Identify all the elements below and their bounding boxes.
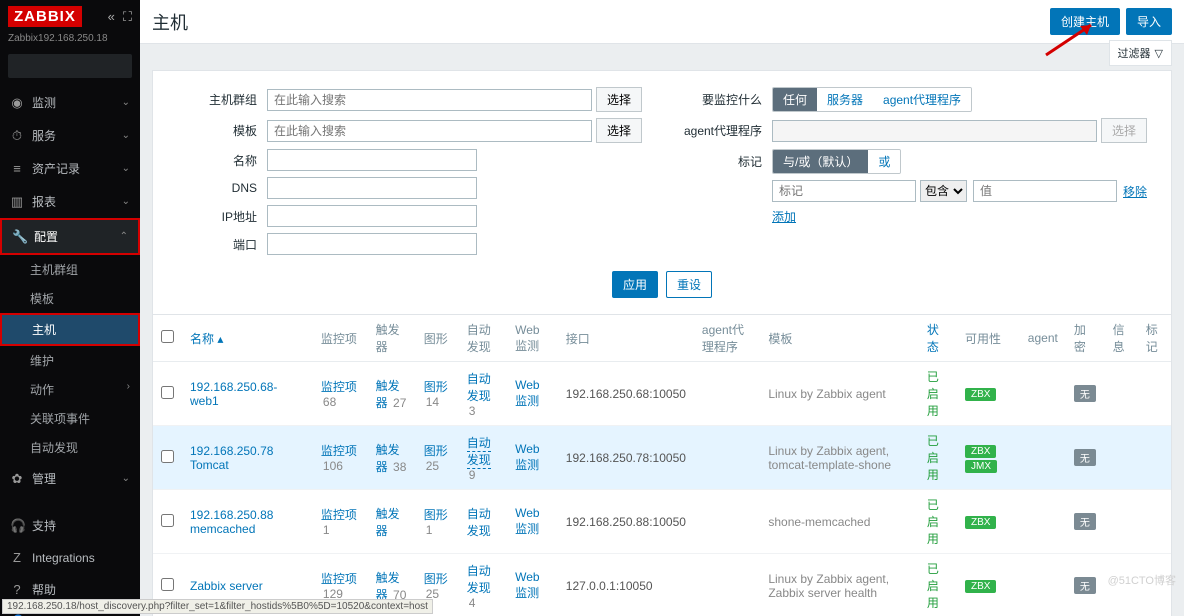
ip-input[interactable] [267, 205, 477, 227]
collapse-icon[interactable]: « [108, 9, 115, 25]
nav-sub-actions[interactable]: 动作› [0, 375, 140, 404]
row-checkbox[interactable] [161, 450, 174, 463]
watermark: @51CTO博客 [1108, 572, 1176, 588]
expand-icon[interactable]: ⛶ [123, 9, 132, 25]
sidebar: ZABBIX « ⛶ Zabbix192.168.250.18 🔍 ◉监测⌄ ⏱… [0, 0, 140, 616]
template-input[interactable] [267, 120, 592, 142]
col-name[interactable]: 名称 ▴ [182, 315, 313, 362]
nav-inventory[interactable]: ≡资产记录⌄ [0, 152, 140, 185]
apply-button[interactable]: 应用 [612, 271, 658, 298]
sidebar-search[interactable]: 🔍 [8, 54, 132, 78]
host-link[interactable]: Zabbix server [190, 579, 263, 593]
host-link[interactable]: 192.168.250.68-web1 [190, 380, 277, 408]
nav-support[interactable]: 🎧支持 [0, 509, 140, 542]
hosts-table: 名称 ▴ 监控项 触发器 图形 自动发现 Web监测 接口 agent代理程序 … [152, 315, 1172, 616]
table-row[interactable]: 192.168.250.78 Tomcat监控项 106触发器 38图形 25自… [153, 426, 1171, 490]
logo: ZABBIX [8, 6, 82, 27]
tag-name-input[interactable] [772, 180, 916, 202]
row-checkbox[interactable] [161, 578, 174, 591]
proxy-input [772, 120, 1097, 142]
nav-sub-templates[interactable]: 模板 [0, 284, 140, 313]
nav-sub-discovery[interactable]: 自动发现 [0, 433, 140, 462]
host-link[interactable]: 192.168.250.88 memcached [190, 508, 273, 536]
create-host-button[interactable]: 创建主机 [1050, 8, 1120, 35]
nav-sub-correlation[interactable]: 关联项事件 [0, 404, 140, 433]
name-input[interactable] [267, 149, 477, 171]
server-text: Zabbix192.168.250.18 [0, 33, 140, 50]
page-title: 主机 [152, 9, 188, 35]
page-header: 主机 创建主机 导入 [140, 0, 1184, 44]
filter-toggle[interactable]: 过滤器▽ [1109, 40, 1172, 66]
nav-reports[interactable]: ▥报表⌄ [0, 185, 140, 218]
import-button[interactable]: 导入 [1126, 8, 1172, 35]
row-checkbox[interactable] [161, 386, 174, 399]
monitor-segment[interactable]: 任何 服务器 agent代理程序 [772, 87, 972, 112]
dns-input[interactable] [267, 177, 477, 199]
nav-config[interactable]: 🔧配置⌃ [0, 218, 140, 255]
col-status[interactable]: 状态 [919, 315, 957, 362]
port-input[interactable] [267, 233, 477, 255]
nav-sub-hostgroups[interactable]: 主机群组 [0, 255, 140, 284]
nav-sub-hosts[interactable]: 主机 [0, 313, 140, 346]
status-bar: 192.168.250.18/host_discovery.php?filter… [2, 599, 433, 614]
tag-op-select[interactable]: 包含 [920, 180, 967, 202]
select-all-checkbox[interactable] [161, 330, 174, 343]
host-link[interactable]: 192.168.250.78 Tomcat [190, 444, 273, 472]
nav-service[interactable]: ⏱服务⌄ [0, 119, 140, 152]
tag-add-link[interactable]: 添加 [772, 208, 796, 225]
filter-icon: ▽ [1155, 47, 1163, 60]
table-row[interactable]: 192.168.250.88 memcached监控项 1触发器图形 1自动发现… [153, 490, 1171, 554]
tags-segment[interactable]: 与/或（默认） 或 [772, 149, 901, 174]
proxy-select-btn: 选择 [1101, 118, 1147, 143]
row-checkbox[interactable] [161, 514, 174, 527]
hostgroup-select-btn[interactable]: 选择 [596, 87, 642, 112]
main: 主机 创建主机 导入 过滤器▽ 主机群组选择 模板选择 名称 DNS IP地址 … [140, 0, 1184, 616]
tag-remove-link[interactable]: 移除 [1123, 183, 1147, 200]
search-input[interactable] [14, 60, 156, 72]
template-select-btn[interactable]: 选择 [596, 118, 642, 143]
tag-value-input[interactable] [973, 180, 1117, 202]
nav-monitor[interactable]: ◉监测⌄ [0, 86, 140, 119]
nav-admin[interactable]: ✿管理⌄ [0, 462, 140, 495]
filter-panel: 主机群组选择 模板选择 名称 DNS IP地址 端口 要监控什么 任何 服务器 … [152, 70, 1172, 315]
table-row[interactable]: 192.168.250.68-web1监控项 68触发器 27图形 14自动发现… [153, 362, 1171, 426]
nav-integrations[interactable]: ZIntegrations [0, 542, 140, 573]
hostgroup-input[interactable] [267, 89, 592, 111]
reset-button[interactable]: 重设 [666, 271, 712, 298]
nav-sub-maintenance[interactable]: 维护 [0, 346, 140, 375]
